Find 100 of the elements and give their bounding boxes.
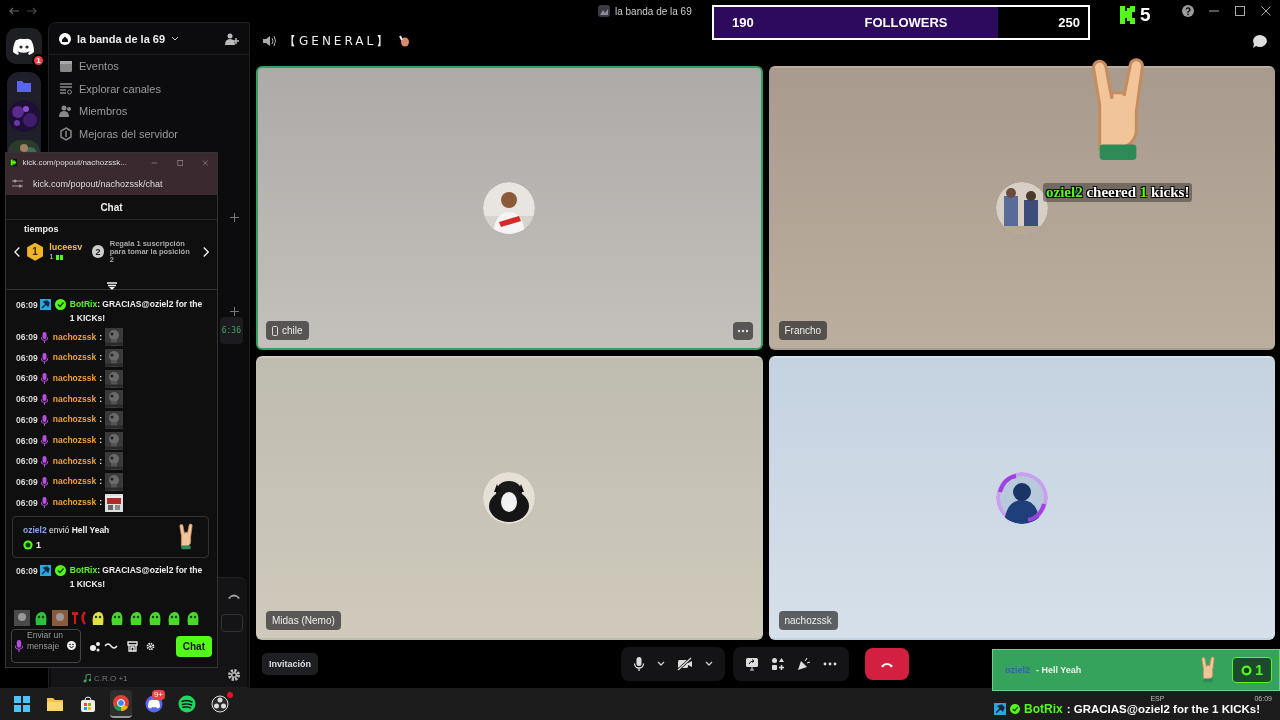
emote-icon[interactable] (33, 610, 49, 626)
server-name[interactable]: la banda de la 69 (77, 32, 166, 45)
points-icon[interactable] (89, 640, 119, 652)
more-icon (736, 329, 749, 333)
chat-username[interactable]: nachozssk (52, 436, 97, 445)
kicks-coin-icon (23, 539, 33, 550)
emote-icon[interactable] (109, 610, 125, 626)
taskbar-app[interactable]: 9+ (143, 690, 165, 718)
emoji-icon[interactable] (67, 641, 76, 650)
close-icon[interactable] (1260, 5, 1272, 17)
phone-icon (272, 325, 278, 336)
sidebar-item[interactable]: Explorar canales (79, 82, 161, 95)
activities-icon[interactable] (771, 657, 785, 671)
plus-icon[interactable] (230, 307, 239, 316)
timer-chip: 6:36 (219, 317, 243, 344)
chat-message: : (99, 373, 103, 383)
microphone-badge-icon (40, 476, 48, 488)
more-options-button[interactable] (732, 322, 753, 340)
settings-icon[interactable] (227, 668, 241, 682)
hang-up-button[interactable] (865, 648, 909, 680)
chat-username[interactable]: nachozssk (52, 498, 97, 507)
sidebar-item[interactable]: Miembros (79, 105, 128, 118)
chat-timestamp: 06:09 (16, 333, 38, 342)
chat-username[interactable]: oziel2 (23, 524, 47, 535)
video-tile[interactable]: Midas (Nemo) (256, 356, 763, 640)
emote-icon[interactable] (185, 610, 201, 626)
verified-badge-icon (1010, 704, 1020, 714)
more-icon[interactable] (823, 662, 837, 666)
chat-username[interactable]: nachozssk (52, 394, 97, 404)
emote-icon[interactable] (128, 610, 144, 626)
disconnect-icon[interactable] (227, 592, 241, 600)
microphone-badge-icon (40, 331, 48, 343)
camera-off-icon[interactable] (677, 657, 693, 671)
recorder-icon (211, 695, 229, 713)
alert-message: : GRACIAS@oziel2 for the 1 KICKs! (1066, 703, 1260, 715)
chat-username[interactable]: nachozssk (52, 456, 97, 466)
soundboard-icon[interactable] (797, 657, 811, 671)
gift-message: envió Hell Yeah (48, 524, 110, 535)
microphone-icon[interactable] (633, 657, 645, 671)
chat-username[interactable]: nachozssk (52, 415, 97, 424)
chat-send-button[interactable]: Chat (175, 635, 212, 657)
participant-name: nachozssk (778, 611, 838, 630)
caret-icon (171, 35, 180, 42)
chat-message: : (99, 456, 103, 466)
chat-bubble-icon[interactable] (1252, 33, 1268, 49)
taskbar-app[interactable] (110, 690, 132, 718)
phone-hangup-icon (880, 660, 894, 668)
menu-item-icon (59, 81, 73, 96)
kicks-counter: 1 (1232, 657, 1272, 683)
chat-message: : (99, 498, 103, 507)
browser-icon (112, 694, 130, 712)
goal-current: 190 (732, 15, 754, 30)
chat-timestamp: 06:09 (16, 436, 38, 446)
caret-icon[interactable] (705, 661, 713, 667)
microphone-icon (15, 640, 23, 652)
emote-icon[interactable] (90, 610, 106, 626)
sidebar-item[interactable]: Mejoras del servidor (79, 127, 179, 140)
message-field[interactable]: Enviar un mensaje (11, 629, 81, 663)
emote-icon[interactable] (147, 610, 163, 626)
server-icon (598, 5, 610, 17)
leaderboard-title: tiempos (24, 224, 60, 234)
sidebar-item[interactable]: Eventos (79, 60, 119, 73)
chat-username[interactable]: nachozssk (52, 373, 97, 383)
alert-username: oziel2 (1005, 665, 1030, 675)
window-title: la banda de la 69 (615, 5, 692, 17)
chat-message: BotRix: GRACIAS@oziel2 for the 1 KICKs! (69, 564, 204, 591)
moderator-badge-icon (39, 299, 51, 310)
store-icon[interactable] (127, 640, 138, 652)
recording-dot (227, 692, 233, 698)
maximize-icon[interactable] (1234, 5, 1246, 17)
microphone-badge-icon (40, 414, 48, 426)
collapse-icon[interactable] (107, 282, 117, 290)
chat-message: : (99, 436, 103, 445)
chat-username[interactable]: nachozssk (52, 353, 97, 362)
drumstick-icon (399, 35, 410, 47)
chat-message: BotRix: GRACIAS@oziel2 for the 1 KICKs! (69, 298, 204, 325)
screen-share-icon[interactable] (745, 657, 759, 671)
chat-username[interactable]: nachozssk (52, 477, 97, 486)
help-icon[interactable] (1182, 5, 1194, 17)
home-icon (59, 32, 71, 45)
chat-username[interactable]: nachozssk (52, 332, 97, 342)
goal-target: 250 (1058, 15, 1080, 30)
video-tile[interactable]: chile (256, 66, 763, 350)
back-arrow-icon[interactable] (8, 5, 20, 17)
add-person-icon[interactable] (225, 32, 239, 45)
site-settings-icon[interactable] (12, 179, 23, 188)
plus-icon[interactable] (230, 213, 239, 222)
invite-button[interactable]: Invitación (262, 653, 318, 675)
leaderboard-username[interactable]: luceesv (49, 242, 83, 253)
alert-username: BotRix (1024, 702, 1063, 716)
home-button[interactable]: 1 (6, 28, 42, 64)
chat-timestamp: 06:09 (16, 395, 38, 404)
verified-badge-icon (54, 565, 66, 577)
discord-logo-icon (13, 37, 35, 55)
music-note-icon (83, 674, 91, 683)
chat-timestamp: 06:09 (16, 353, 38, 363)
video-tile[interactable]: nachozssk (768, 356, 1275, 640)
music-app-icon (178, 695, 196, 713)
caret-icon[interactable] (657, 661, 665, 667)
emote-icon[interactable] (166, 610, 182, 626)
